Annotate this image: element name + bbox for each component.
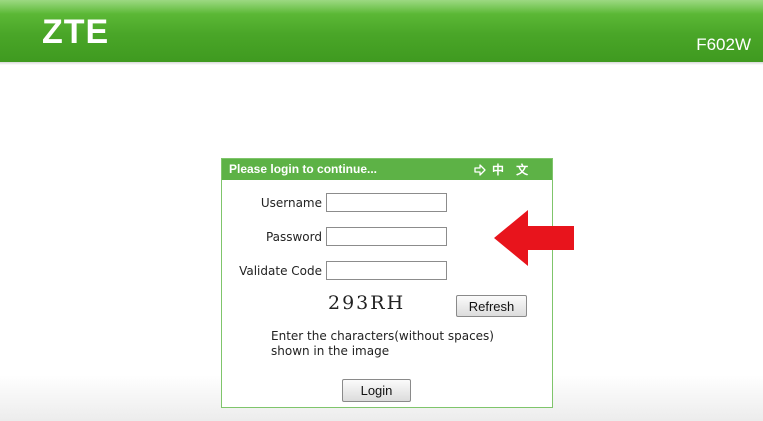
captcha-hint: Enter the characters(without spaces) sho…	[271, 329, 541, 359]
username-label: Username	[260, 196, 322, 210]
validate-code-input[interactable]	[326, 261, 447, 280]
zte-logo: ZTE	[42, 13, 110, 51]
arrow-right-outline-icon	[474, 163, 486, 176]
login-button[interactable]: Login	[342, 379, 411, 402]
username-input[interactable]	[326, 193, 447, 212]
red-arrow-left-icon	[494, 210, 574, 266]
password-label: Password	[265, 230, 322, 244]
banner-sheen	[0, 0, 763, 14]
captcha-hint-line-1: Enter the characters(without spaces)	[271, 329, 494, 343]
top-banner: ZTE F602W	[0, 0, 763, 62]
captcha-hint-line-2: shown in the image	[271, 344, 390, 358]
device-model: F602W	[696, 35, 751, 54]
login-panel: Please login to continue... 中 文 Username…	[221, 158, 553, 408]
language-switch[interactable]: 中 文	[474, 161, 532, 178]
banner-divider	[0, 62, 763, 65]
password-input[interactable]	[326, 227, 447, 246]
captcha-image: 293RH	[322, 286, 422, 318]
login-panel-header: Please login to continue... 中 文	[222, 159, 552, 180]
login-title: Please login to continue...	[229, 162, 378, 176]
validate-code-label: Validate Code	[239, 264, 322, 278]
language-label: 中 文	[492, 163, 533, 177]
refresh-button[interactable]: Refresh	[456, 295, 527, 317]
captcha-text: 293RH	[328, 292, 406, 314]
